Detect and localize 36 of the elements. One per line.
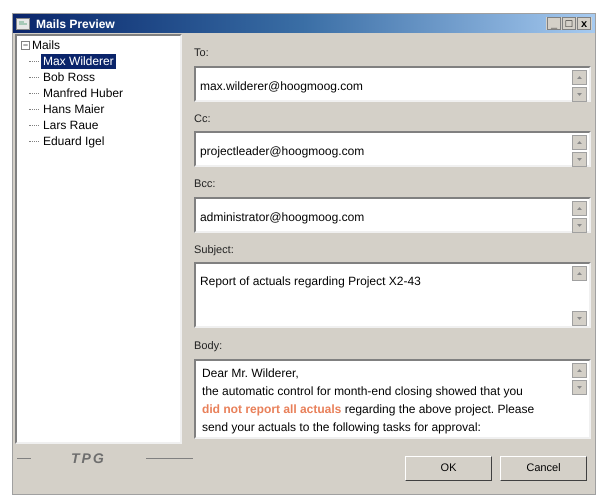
logo-text: TPG	[71, 449, 106, 468]
window-control[interactable]: _	[547, 17, 561, 30]
tree-item[interactable]: Bob Ross	[41, 70, 98, 85]
tree-item[interactable]: Manfred Huber	[41, 86, 126, 101]
scroll-arrows[interactable]	[572, 362, 587, 394]
field-label: Bcc:	[194, 177, 216, 192]
scroll-arrows[interactable]	[572, 266, 587, 326]
app-icon	[16, 18, 30, 30]
field-label: Cc:	[194, 112, 212, 126]
window-control[interactable]: □	[562, 17, 576, 30]
scroll-arrows[interactable]	[572, 70, 587, 102]
down-arrow-icon	[577, 386, 582, 388]
scroll-arrows[interactable]	[572, 200, 587, 232]
down-arrow-icon	[577, 317, 582, 320]
field-label: To:	[194, 46, 210, 61]
field-label: Subject:	[194, 242, 235, 258]
down-arrow-icon	[577, 92, 582, 96]
window-title: Mails Preview	[36, 16, 116, 32]
up-arrow-icon	[577, 368, 582, 372]
up-arrow-icon	[577, 141, 582, 144]
up-arrow-icon	[577, 206, 582, 210]
tree-node[interactable]: Mails	[32, 38, 60, 53]
dialog-button[interactable]: OK	[405, 456, 492, 481]
tree-item[interactable]: Max Wilderer	[41, 54, 116, 69]
up-arrow-icon	[577, 76, 582, 78]
scroll-arrows[interactable]	[572, 135, 587, 167]
field-label: Body:	[194, 339, 224, 354]
down-arrow-icon	[577, 158, 582, 161]
dialog-button[interactable]: Cancel	[500, 456, 587, 481]
collapse-toggle[interactable]: −	[21, 41, 30, 50]
down-arrow-icon	[577, 224, 582, 226]
up-arrow-icon	[577, 272, 582, 275]
tree-item[interactable]: Eduard Igel	[41, 134, 106, 149]
tree-item[interactable]: Hans Maier	[41, 102, 106, 117]
tree-item[interactable]: Lars Raue	[41, 118, 100, 133]
window-control[interactable]: x	[577, 17, 591, 30]
